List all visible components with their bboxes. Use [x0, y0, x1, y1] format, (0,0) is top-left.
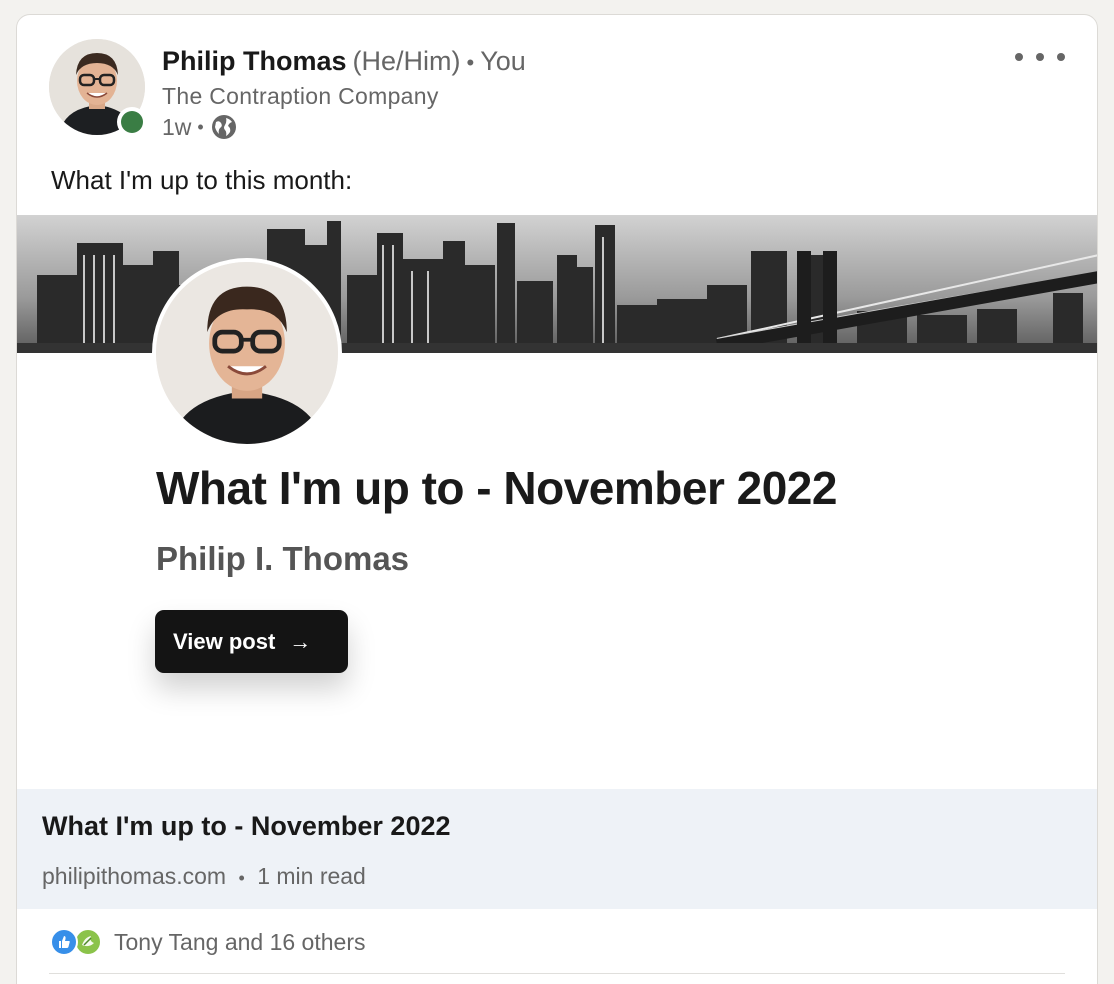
reaction-summary-text: Tony Tang and 16 others [114, 928, 366, 955]
separator-dot: • [238, 868, 245, 888]
online-status-badge [117, 107, 147, 137]
arrow-right-icon: → [289, 628, 312, 654]
support-icon [74, 928, 102, 956]
reactions-summary[interactable]: Tony Tang and 16 others [50, 925, 365, 959]
article-hero-title: What I'm up to - November 2022 [156, 462, 837, 514]
ellipsis-icon [1036, 53, 1044, 61]
view-post-label: View post [173, 628, 276, 654]
view-post-button[interactable]: View post → [155, 610, 348, 673]
online-dot [121, 111, 143, 133]
read-time: 1 min read [257, 863, 366, 889]
author-company: The Contraption Company [162, 83, 439, 109]
article-author-photo [152, 258, 342, 448]
more-options-button[interactable] [1015, 45, 1065, 69]
link-domain: philipithomas.com [42, 863, 227, 889]
author-name[interactable]: Philip Thomas [162, 46, 347, 76]
author-name-line: Philip Thomas (He/Him) • You [162, 45, 526, 79]
post-age: 1w [162, 113, 192, 140]
ellipsis-icon [1057, 53, 1065, 61]
article-hero-author: Philip I. Thomas [156, 540, 410, 577]
relation-label: You [480, 46, 526, 76]
author-avatar[interactable] [49, 39, 147, 137]
ellipsis-icon [1015, 53, 1023, 61]
link-subtitle: philipithomas.com • 1 min read [42, 863, 366, 890]
divider [49, 973, 1065, 974]
separator-dot: • [197, 116, 204, 137]
post-text: What I'm up to this month: [51, 165, 353, 195]
reaction-icons [50, 927, 106, 957]
link-preview[interactable]: What I'm up to - November 2022 philipith… [17, 789, 1097, 909]
previous-card-edge [16, 0, 1098, 14]
author-pronouns: (He/Him) [352, 46, 461, 76]
globe-icon [211, 115, 236, 139]
like-icon [50, 928, 78, 956]
separator-dot: • [466, 50, 475, 75]
feed-post-card: Philip Thomas (He/Him) • You The Contraptio… [16, 14, 1098, 984]
post-meta: 1w • [162, 113, 238, 141]
link-title[interactable]: What I'm up to - November 2022 [42, 811, 451, 842]
